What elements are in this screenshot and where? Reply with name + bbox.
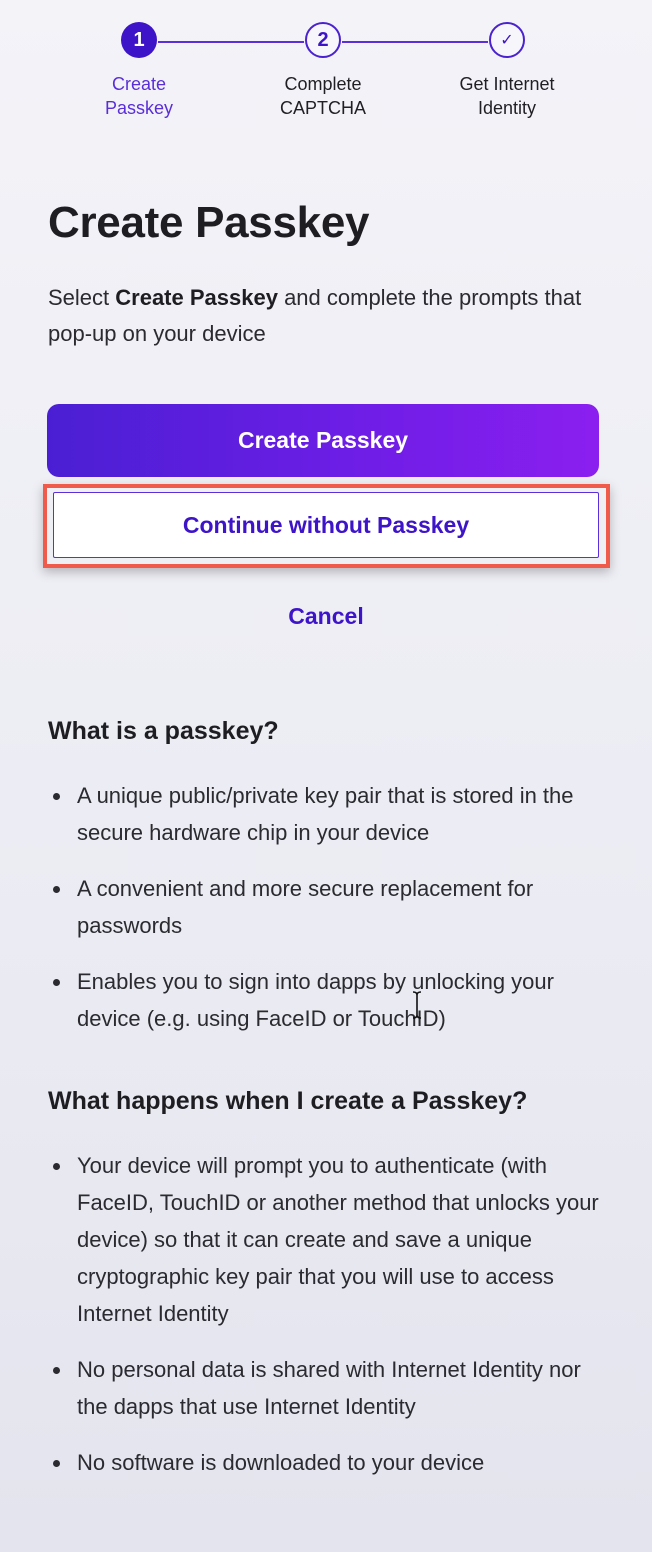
list-item: No personal data is shared with Internet… — [48, 1351, 608, 1425]
step-3-label: Get Internet Identity — [422, 72, 592, 120]
step-2-number: 2 — [317, 28, 329, 51]
intro-prefix: Select — [48, 285, 116, 310]
what-happens-heading: What happens when I create a Passkey? — [48, 1087, 528, 1115]
what-is-passkey-heading: What is a passkey? — [48, 717, 279, 745]
step-2-label-line2: CAPTCHA — [279, 98, 366, 118]
check-icon: ✓ — [500, 32, 514, 49]
step-1-label: Create Passkey — [54, 72, 224, 120]
stepper-connector — [158, 41, 304, 43]
list-item: Enables you to sign into dapps by unlock… — [48, 963, 608, 1037]
text-cursor-icon — [412, 991, 422, 1019]
step-3-label-line1: Get Internet — [459, 74, 555, 94]
step-2-indicator: 2 — [305, 22, 341, 58]
intro-bold: Create Passkey — [115, 285, 278, 310]
step-2-label: Complete CAPTCHA — [238, 72, 408, 120]
page-title: Create Passkey — [48, 198, 370, 247]
cancel-button[interactable]: Cancel — [226, 596, 426, 636]
list-item: A convenient and more secure replacement… — [48, 870, 608, 944]
continue-without-passkey-button[interactable]: Continue without Passkey — [53, 492, 599, 558]
what-happens-list: Your device will prompt you to authentic… — [48, 1147, 608, 1500]
stepper-connector — [342, 41, 488, 43]
step-1-indicator: 1 — [121, 22, 157, 58]
list-item: A unique public/private key pair that is… — [48, 777, 608, 851]
step-1-number: 1 — [133, 28, 145, 51]
step-3-indicator: ✓ — [489, 22, 525, 58]
step-3-label-line2: Identity — [477, 98, 537, 118]
intro-text: Select Create Passkey and complete the p… — [48, 280, 588, 352]
progress-stepper: 1 2 ✓ Create Passkey Complete CAPTCHA Ge… — [0, 0, 652, 130]
step-1-label-line2: Passkey — [104, 98, 174, 118]
step-2-label-line1: Complete — [284, 74, 362, 94]
list-item: No software is downloaded to your device — [48, 1444, 608, 1481]
what-is-passkey-list: A unique public/private key pair that is… — [48, 777, 608, 1056]
create-passkey-button[interactable]: Create Passkey — [47, 404, 599, 477]
step-1-label-line1: Create — [111, 74, 167, 94]
list-item: Your device will prompt you to authentic… — [48, 1147, 608, 1332]
